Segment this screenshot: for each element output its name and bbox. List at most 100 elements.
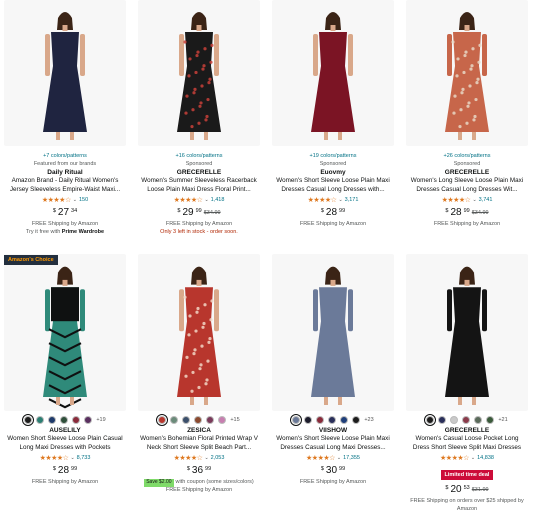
product-image[interactable]	[406, 0, 528, 146]
star-rating-icon[interactable]: ★★★★☆	[40, 454, 69, 462]
star-rating-icon[interactable]: ★★★★☆	[174, 196, 203, 204]
product-title-link[interactable]: Amazon Brand - Daily Ritual Women's Jers…	[2, 177, 128, 194]
more-swatches-link[interactable]: +23	[364, 417, 373, 423]
product-image[interactable]	[138, 0, 260, 146]
color-swatch[interactable]	[170, 416, 179, 424]
color-swatch[interactable]	[194, 416, 203, 424]
color-swatch[interactable]	[206, 416, 215, 424]
color-swatch[interactable]	[84, 416, 93, 424]
color-swatch[interactable]	[340, 416, 349, 424]
color-swatch[interactable]	[352, 416, 361, 424]
color-swatch[interactable]	[438, 416, 447, 424]
rating-row[interactable]: ★★★★☆ ⌄ 17,355	[270, 453, 396, 463]
price[interactable]: $ 36 99	[136, 465, 262, 479]
star-rating-icon[interactable]: ★★★★☆	[174, 454, 203, 462]
price[interactable]: $ 28 99	[2, 465, 128, 479]
more-swatches-link[interactable]: +15	[230, 417, 239, 423]
colors-patterns-link[interactable]: +16 colors/patterns	[136, 152, 262, 160]
product-card[interactable]: +19 colors/patterns Sponsored Euovmy Women'…	[270, 0, 396, 229]
product-title-link[interactable]: Women Short Sleeve Loose Plain Casual Lo…	[2, 435, 128, 452]
rating-row[interactable]: ★★★★☆ ⌄ 3,171	[270, 195, 396, 205]
product-card[interactable]: +23 VIISHOW Women's Short Sleeve Loose Pla…	[270, 254, 396, 487]
product-image[interactable]	[4, 0, 126, 146]
rating-row[interactable]: ★★★★☆ ⌄ 8,733	[2, 453, 128, 463]
price[interactable]: $ 28 99 $34.99	[404, 207, 530, 221]
color-swatch[interactable]	[48, 416, 57, 424]
color-swatch[interactable]	[290, 414, 303, 426]
rating-row[interactable]: ★★★★☆ ⌄ 2,053	[136, 453, 262, 463]
product-card[interactable]: +7 colors/patterns Featured from our bran…	[2, 0, 128, 236]
color-swatch[interactable]	[462, 416, 471, 424]
star-rating-icon[interactable]: ★★★★☆	[42, 196, 71, 204]
product-title-link[interactable]: Women's Summer Sleeveless Racerback Loos…	[136, 177, 262, 194]
product-title-link[interactable]: Women's Short Sleeve Loose Plain Maxi Dr…	[270, 435, 396, 452]
product-card[interactable]: +19 AUSELILY Women Short Sleeve Loose Plai…	[2, 254, 128, 487]
product-image-figure	[43, 266, 87, 409]
colors-patterns-link[interactable]: +7 colors/patterns	[2, 152, 128, 160]
review-count-link[interactable]: 3,171	[345, 197, 359, 203]
price[interactable]: $ 30 99	[270, 465, 396, 479]
chevron-down-icon[interactable]: ⌄	[338, 197, 342, 203]
color-swatch[interactable]	[450, 416, 459, 424]
star-rating-icon[interactable]: ★★★★☆	[306, 454, 335, 462]
price[interactable]: $ 20 53 $31.99	[404, 484, 530, 498]
review-count-link[interactable]: 8,733	[77, 455, 91, 461]
rating-row[interactable]: ★★★★☆ ⌄ 1,418	[136, 195, 262, 205]
review-count-link[interactable]: 1,418	[211, 197, 225, 203]
product-image[interactable]	[138, 254, 260, 411]
product-title-link[interactable]: Women's Bohemian Floral Printed Wrap V N…	[136, 435, 262, 452]
colors-patterns-link[interactable]: +19 colors/patterns	[270, 152, 396, 160]
product-image[interactable]	[272, 0, 394, 146]
star-rating-icon[interactable]: ★★★★☆	[440, 454, 469, 462]
review-count-link[interactable]: 17,355	[343, 455, 360, 461]
color-swatch[interactable]	[328, 416, 337, 424]
star-rating-icon[interactable]: ★★★★☆	[308, 196, 337, 204]
rating-row[interactable]: ★★★★☆ ⌄ 14,838	[404, 453, 530, 463]
product-card[interactable]: +16 colors/patterns Sponsored GRECERELLE Wo…	[136, 0, 262, 236]
chevron-down-icon[interactable]: ⌄	[70, 455, 74, 461]
color-swatch[interactable]	[486, 416, 495, 424]
review-count-link[interactable]: 14,838	[477, 455, 494, 461]
colors-patterns-link[interactable]: +26 colors/patterns	[404, 152, 530, 160]
prime-wardrobe-link[interactable]: Prime Wardrobe	[62, 229, 104, 235]
color-swatch[interactable]	[304, 416, 313, 424]
color-swatch[interactable]	[72, 416, 81, 424]
color-swatch[interactable]	[36, 416, 45, 424]
color-swatch[interactable]	[60, 416, 69, 424]
chevron-down-icon[interactable]: ⌄	[204, 455, 208, 461]
product-card[interactable]: +21 GRECERELLE Women's Casual Loose Pocket…	[404, 254, 530, 513]
color-swatch[interactable]	[316, 416, 325, 424]
color-swatch[interactable]	[182, 416, 191, 424]
chevron-down-icon[interactable]: ⌄	[204, 197, 208, 203]
product-card[interactable]: +26 colors/patterns Sponsored GRECERELLE Wo…	[404, 0, 530, 229]
color-swatch[interactable]	[218, 416, 227, 424]
price[interactable]: $ 27 34	[2, 207, 128, 221]
star-rating-icon[interactable]: ★★★★☆	[442, 196, 471, 204]
product-image[interactable]	[4, 254, 126, 411]
review-count-link[interactable]: 2,053	[211, 455, 225, 461]
product-card[interactable]: +15 ZESICA Women's Bohemian Floral Printed…	[136, 254, 262, 494]
product-image[interactable]	[406, 254, 528, 411]
product-title-link[interactable]: Women's Casual Loose Pocket Long Dress S…	[404, 435, 530, 452]
chevron-down-icon[interactable]: ⌄	[337, 455, 341, 461]
product-title-link[interactable]: Women's Short Sleeve Loose Plain Maxi Dr…	[270, 177, 396, 194]
more-swatches-link[interactable]: +21	[498, 417, 507, 423]
price[interactable]: $ 28 99	[270, 207, 396, 221]
chevron-down-icon[interactable]: ⌄	[471, 455, 475, 461]
more-swatches-link[interactable]: +19	[96, 417, 105, 423]
review-count-link[interactable]: 150	[79, 197, 88, 203]
product-title-link[interactable]: Women's Long Sleeve Loose Plain Maxi Dre…	[404, 177, 530, 194]
color-swatch[interactable]	[424, 414, 437, 426]
chevron-down-icon[interactable]: ⌄	[472, 197, 476, 203]
chevron-down-icon[interactable]: ⌄	[73, 197, 77, 203]
color-swatch[interactable]	[156, 414, 169, 426]
color-swatch[interactable]	[474, 416, 483, 424]
rating-row[interactable]: ★★★★☆ ⌄ 150	[2, 195, 128, 205]
review-count-link[interactable]: 3,741	[479, 197, 493, 203]
coupon-badge[interactable]: Save $2.00	[144, 479, 174, 487]
coupon-row[interactable]: Save $2.00 with coupon (some sizes/colors…	[136, 479, 262, 487]
price[interactable]: $ 29 99 $34.99	[136, 207, 262, 221]
rating-row[interactable]: ★★★★☆ ⌄ 3,741	[404, 195, 530, 205]
color-swatch[interactable]	[22, 414, 35, 426]
product-image[interactable]	[272, 254, 394, 411]
